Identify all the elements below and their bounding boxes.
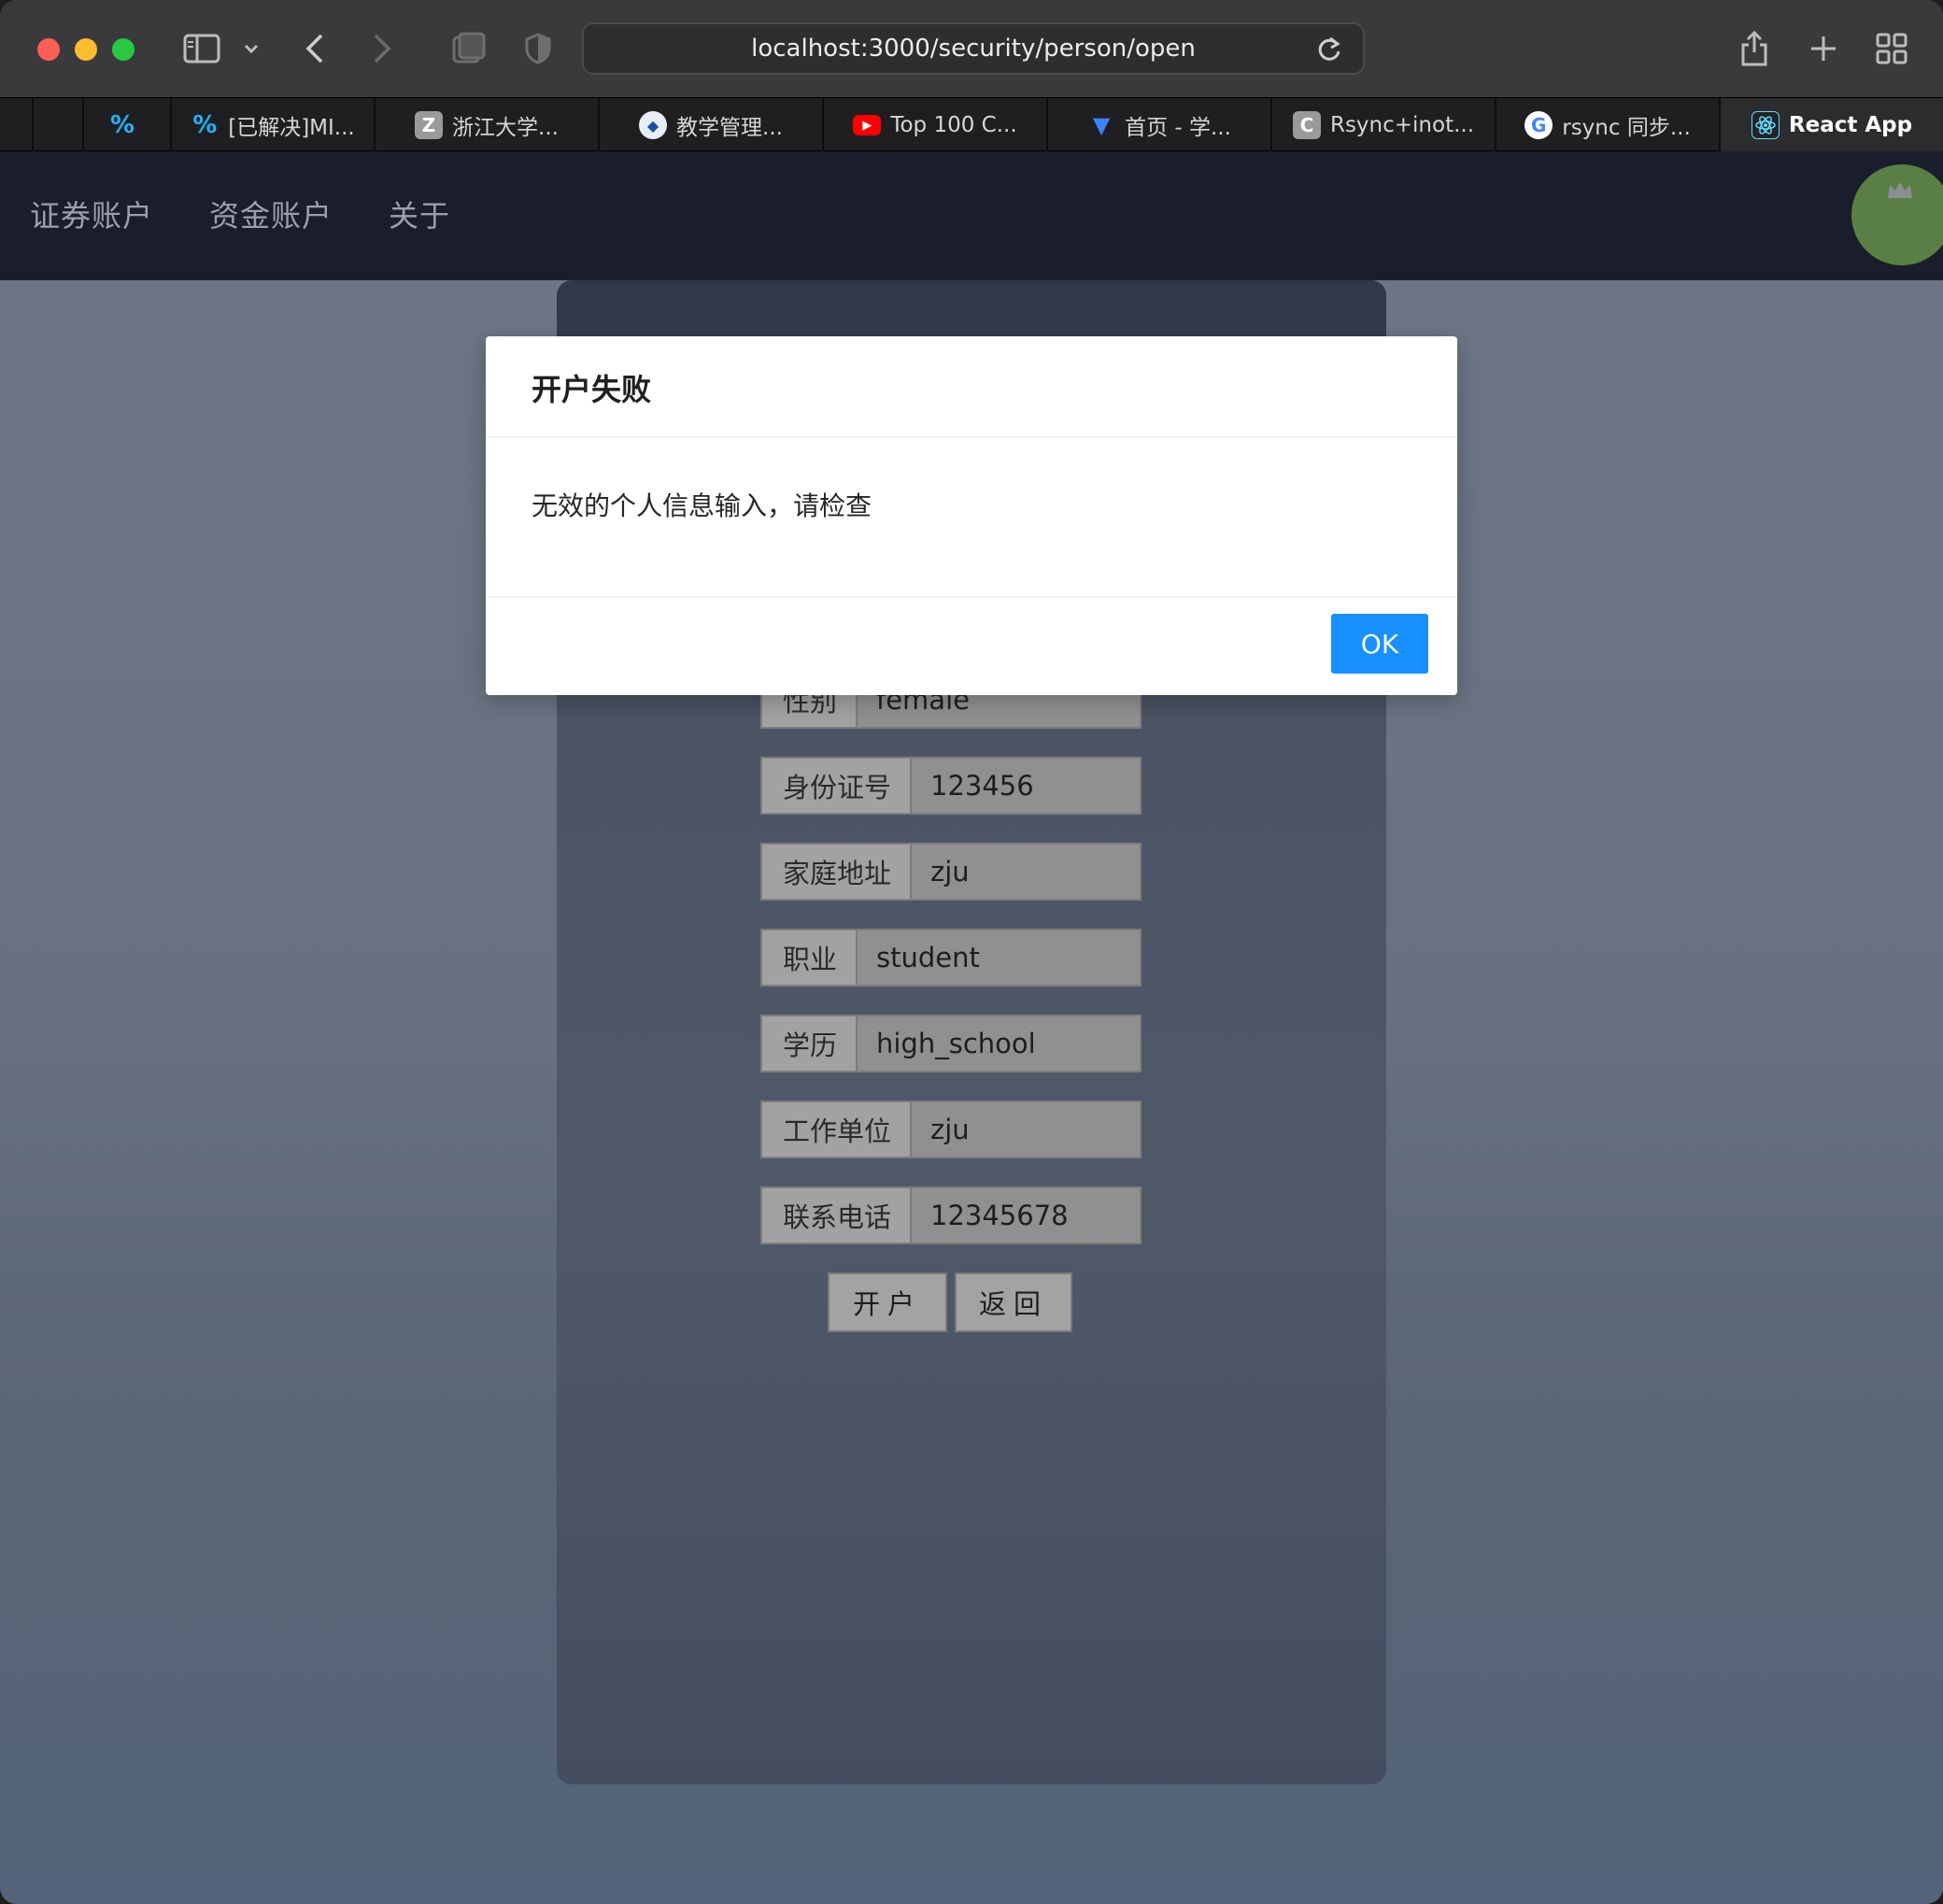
error-modal: 开户失败 无效的个人信息输入，请检查 OK: [486, 336, 1457, 695]
browser-toolbar: localhost:3000/security/person/open: [0, 0, 1943, 97]
id-number-field[interactable]: 身份证号 123456: [760, 757, 1142, 815]
id-number-input[interactable]: 123456: [912, 759, 1140, 813]
gitee-icon: %: [192, 111, 218, 139]
forward-arrow-icon[interactable]: [368, 26, 396, 71]
gitee-icon: %: [109, 111, 135, 139]
reload-icon[interactable]: [1316, 36, 1342, 70]
c-letter-icon: C: [1292, 111, 1321, 139]
tab-blank-2[interactable]: [34, 98, 84, 152]
education-label: 学历: [762, 1016, 858, 1071]
back-arrow-icon[interactable]: [301, 26, 329, 71]
tab-gitee[interactable]: % [已解决]MI...: [172, 98, 376, 152]
tab-youtube[interactable]: ▶ Top 100 C...: [824, 98, 1048, 152]
avatar[interactable]: [1851, 164, 1943, 265]
nav-item-securities-account[interactable]: 证券账户: [30, 192, 153, 235]
tab-blank[interactable]: [0, 98, 34, 152]
crown-icon: [1885, 179, 1915, 206]
occupation-field[interactable]: 职业 student: [760, 929, 1142, 987]
phone-label: 联系电话: [762, 1188, 912, 1243]
app-navbar: 证券账户 资金账户 关于: [0, 151, 1943, 280]
privacy-shield-icon[interactable]: [523, 26, 553, 71]
zju-logo-icon: ◆: [639, 111, 668, 139]
phone-input[interactable]: 12345678: [912, 1188, 1140, 1243]
address-bar[interactable]: localhost:3000/security/person/open: [582, 22, 1365, 75]
back-button[interactable]: 返回: [955, 1272, 1072, 1332]
minimize-window-button[interactable]: [75, 38, 97, 61]
browser-window: localhost:3000/security/person/open % % …: [0, 0, 1943, 1904]
tab-react-app[interactable]: React App: [1721, 98, 1943, 152]
tab-zju[interactable]: Z 浙江大学...: [376, 98, 600, 152]
employer-label: 工作单位: [762, 1102, 912, 1157]
google-icon: G: [1525, 111, 1553, 139]
close-window-button[interactable]: [37, 38, 60, 61]
tab-vue[interactable]: ▼ 首页 - 学...: [1048, 98, 1272, 152]
home-address-input[interactable]: zju: [912, 845, 1140, 899]
tab-overview-icon[interactable]: [450, 26, 488, 71]
url-text: localhost:3000/security/person/open: [751, 35, 1196, 63]
ok-button[interactable]: OK: [1331, 614, 1428, 674]
zoom-window-button[interactable]: [112, 38, 135, 61]
employer-input[interactable]: zju: [912, 1102, 1140, 1157]
occupation-input[interactable]: student: [858, 931, 1140, 985]
tab-teaching[interactable]: ◆ 教学管理...: [600, 98, 824, 152]
employer-field[interactable]: 工作单位 zju: [760, 1101, 1142, 1158]
modal-title: 开户失败: [532, 372, 652, 407]
tab-strip: % % [已解决]MI... Z 浙江大学... ◆ 教学管理... ▶ Top…: [0, 97, 1943, 152]
z-letter-icon: Z: [415, 111, 444, 139]
modal-message: 无效的个人信息输入，请检查: [532, 490, 872, 521]
education-input[interactable]: high_school: [858, 1016, 1140, 1071]
chevron-down-icon[interactable]: [241, 26, 262, 71]
phone-field[interactable]: 联系电话 12345678: [760, 1186, 1142, 1244]
open-account-button[interactable]: 开户: [828, 1272, 947, 1332]
share-icon[interactable]: [1737, 26, 1771, 71]
react-icon: [1751, 111, 1780, 139]
home-address-label: 家庭地址: [762, 845, 912, 899]
sidebar-toggle-icon[interactable]: [181, 26, 222, 71]
tab-grid-icon[interactable]: [1874, 26, 1909, 71]
education-field[interactable]: 学历 high_school: [760, 1015, 1142, 1073]
new-tab-plus-icon[interactable]: [1807, 26, 1840, 71]
nav-item-fund-account[interactable]: 资金账户: [209, 192, 333, 235]
modal-footer: [486, 596, 1457, 695]
home-address-field[interactable]: 家庭地址 zju: [760, 843, 1142, 901]
occupation-label: 职业: [762, 931, 858, 985]
vue-icon: ▼: [1092, 112, 1111, 138]
tab-rsync-inotify[interactable]: C Rsync+inot...: [1272, 98, 1496, 152]
tab-pinned-gitee[interactable]: %: [84, 98, 172, 152]
id-number-label: 身份证号: [762, 759, 912, 813]
nav-item-about[interactable]: 关于: [389, 192, 450, 235]
tab-google-rsync[interactable]: G rsync 同步...: [1496, 98, 1721, 152]
youtube-icon: ▶: [853, 115, 882, 135]
